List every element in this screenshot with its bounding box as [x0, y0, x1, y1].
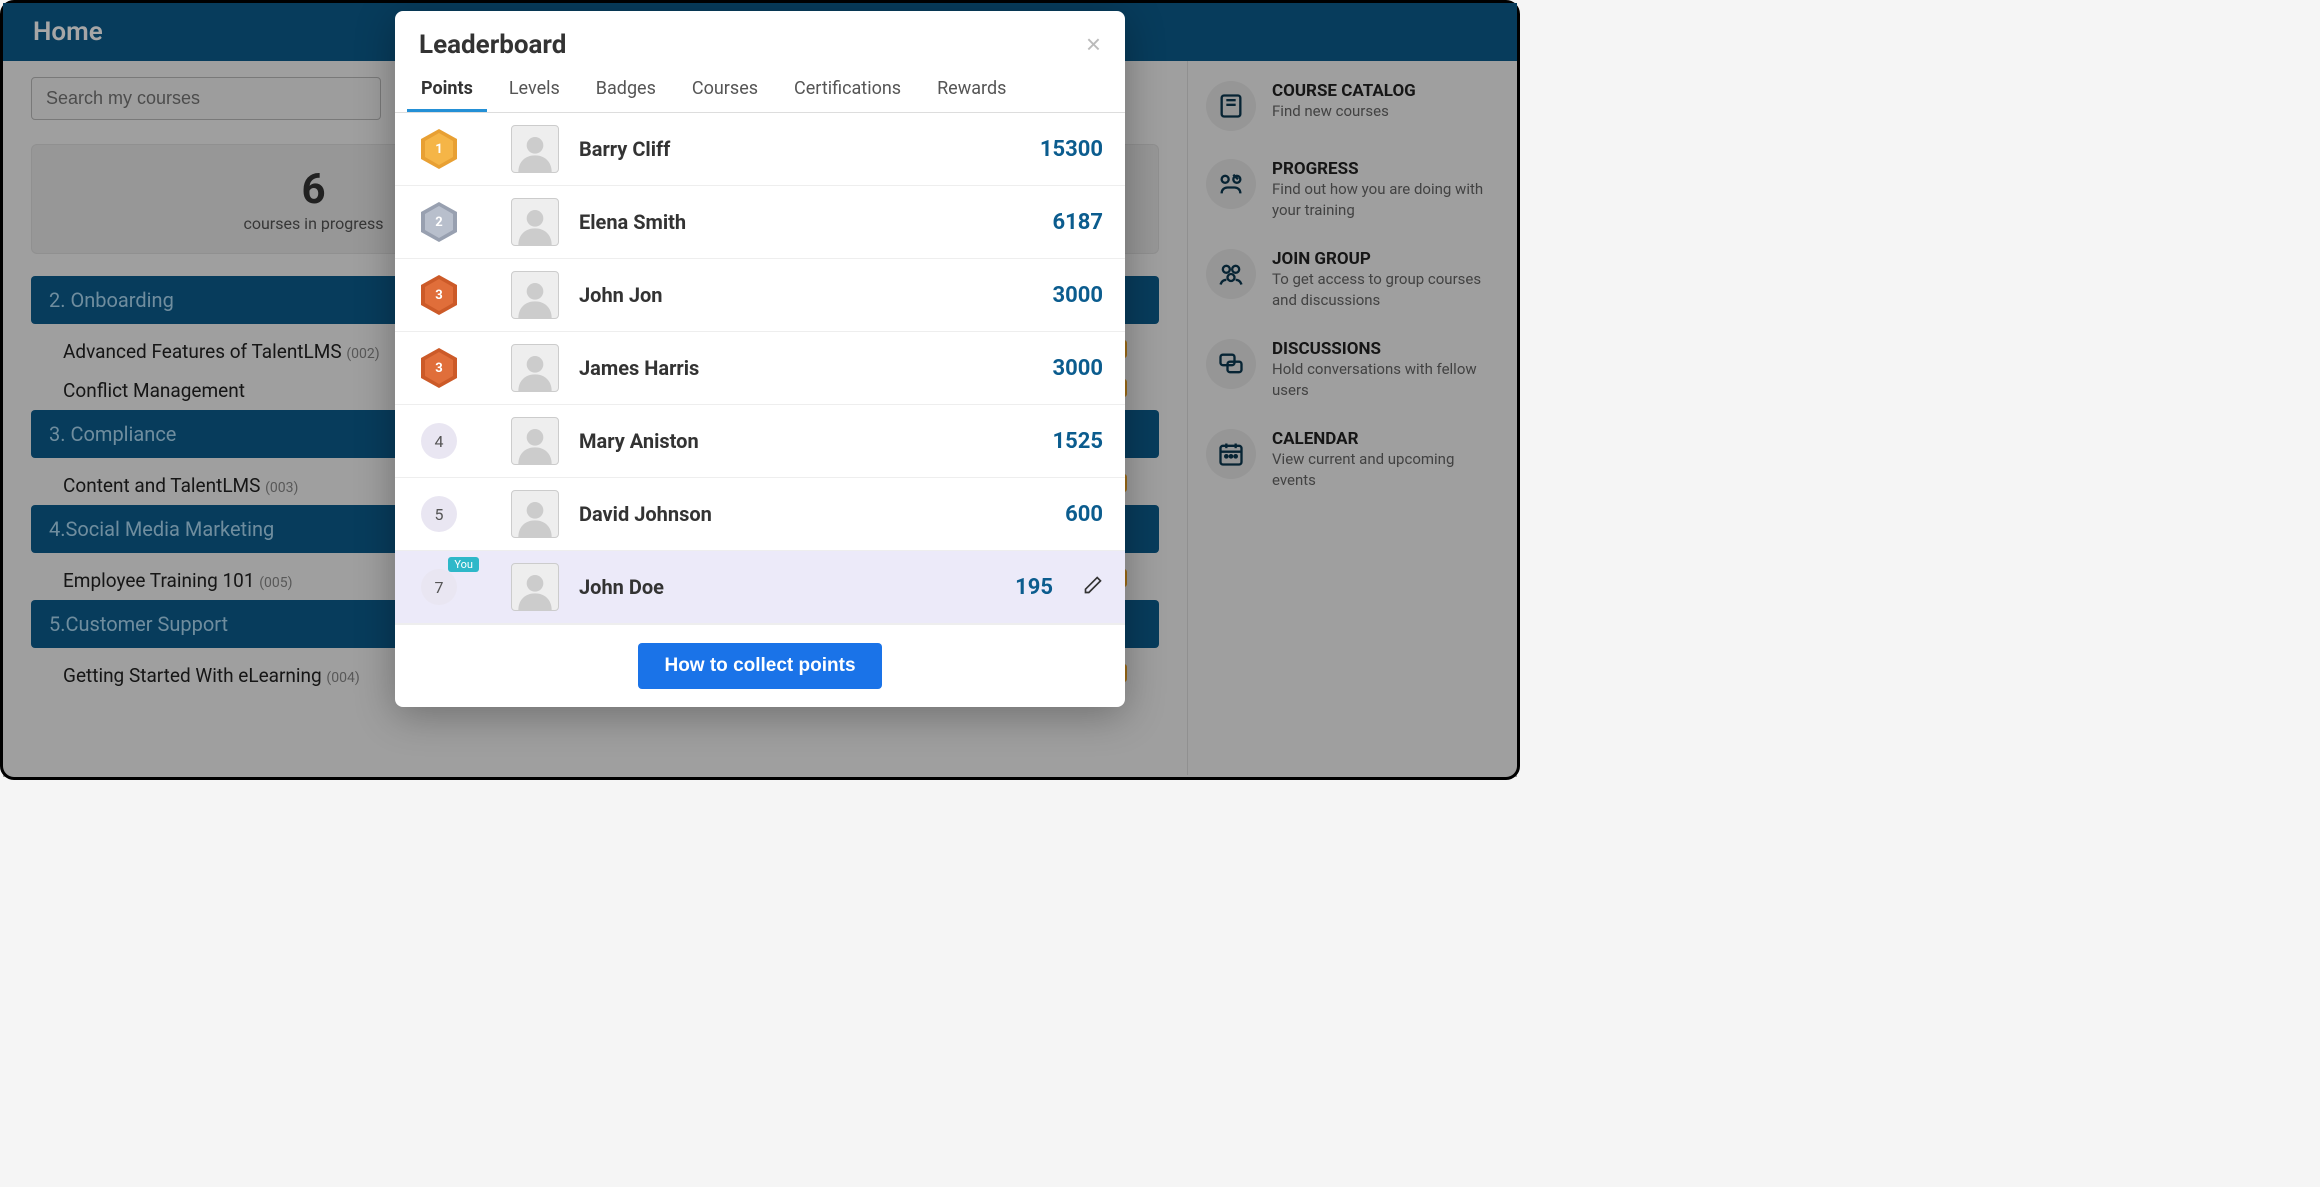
points-value: 1525: [1053, 429, 1104, 454]
leaderboard-row[interactable]: 5 David Johnson 600: [395, 478, 1125, 551]
avatar: [511, 563, 559, 611]
modal-tabs: PointsLevelsBadgesCoursesCertificationsR…: [395, 68, 1125, 113]
points-value: 195: [1015, 575, 1053, 600]
leaderboard-row[interactable]: 4 Mary Aniston 1525: [395, 405, 1125, 478]
rank-medal-icon: 2: [417, 200, 461, 244]
rank-circle: 5: [417, 492, 461, 536]
points-value: 6187: [1053, 210, 1104, 235]
points-value: 3000: [1053, 356, 1104, 381]
svg-text:3: 3: [435, 361, 442, 376]
points-value: 15300: [1040, 137, 1103, 162]
user-name: Barry Cliff: [579, 137, 1020, 161]
how-to-collect-button[interactable]: How to collect points: [638, 643, 881, 689]
svg-text:2: 2: [435, 215, 442, 230]
leaderboard-row[interactable]: 2 Elena Smith 6187: [395, 186, 1125, 259]
user-name: Mary Aniston: [579, 429, 1033, 453]
tab-courses[interactable]: Courses: [678, 68, 772, 112]
avatar: [511, 198, 559, 246]
tab-levels[interactable]: Levels: [495, 68, 574, 112]
avatar: [511, 344, 559, 392]
close-icon[interactable]: ×: [1086, 29, 1101, 60]
rank-medal-icon: 1: [417, 127, 461, 171]
modal-footer: How to collect points: [395, 625, 1125, 707]
leaderboard-row[interactable]: 7 You John Doe 195: [395, 551, 1125, 624]
rank-medal-icon: 3: [417, 346, 461, 390]
tab-badges[interactable]: Badges: [582, 68, 670, 112]
pencil-icon[interactable]: [1083, 575, 1103, 599]
tab-points[interactable]: Points: [407, 68, 487, 112]
you-badge: You: [448, 557, 479, 572]
rank-circle: 7 You: [417, 565, 461, 609]
tab-certifications[interactable]: Certifications: [780, 68, 915, 112]
rank-medal-icon: 3: [417, 273, 461, 317]
user-name: John Doe: [579, 575, 995, 599]
rank-circle: 4: [417, 419, 461, 463]
points-value: 3000: [1053, 283, 1104, 308]
leaderboard-modal: Leaderboard × PointsLevelsBadgesCoursesC…: [395, 11, 1125, 707]
leaderboard-row[interactable]: 1 Barry Cliff 15300: [395, 113, 1125, 186]
avatar: [511, 125, 559, 173]
tab-rewards[interactable]: Rewards: [923, 68, 1020, 112]
avatar: [511, 271, 559, 319]
leaderboard-row[interactable]: 3 John Jon 3000: [395, 259, 1125, 332]
avatar: [511, 417, 559, 465]
user-name: Elena Smith: [579, 210, 1033, 234]
modal-title: Leaderboard: [419, 30, 566, 60]
avatar: [511, 490, 559, 538]
modal-header: Leaderboard ×: [395, 11, 1125, 68]
user-name: John Jon: [579, 283, 1033, 307]
modal-overlay: Leaderboard × PointsLevelsBadgesCoursesC…: [3, 3, 1517, 777]
points-value: 600: [1065, 502, 1103, 527]
user-name: James Harris: [579, 356, 1033, 380]
leaderboard-list[interactable]: 1 Barry Cliff 15300 2 Elena Smith 6187 3…: [395, 113, 1125, 625]
svg-text:1: 1: [435, 142, 442, 157]
leaderboard-row[interactable]: 3 James Harris 3000: [395, 332, 1125, 405]
user-name: David Johnson: [579, 502, 1045, 526]
svg-text:3: 3: [435, 288, 442, 303]
